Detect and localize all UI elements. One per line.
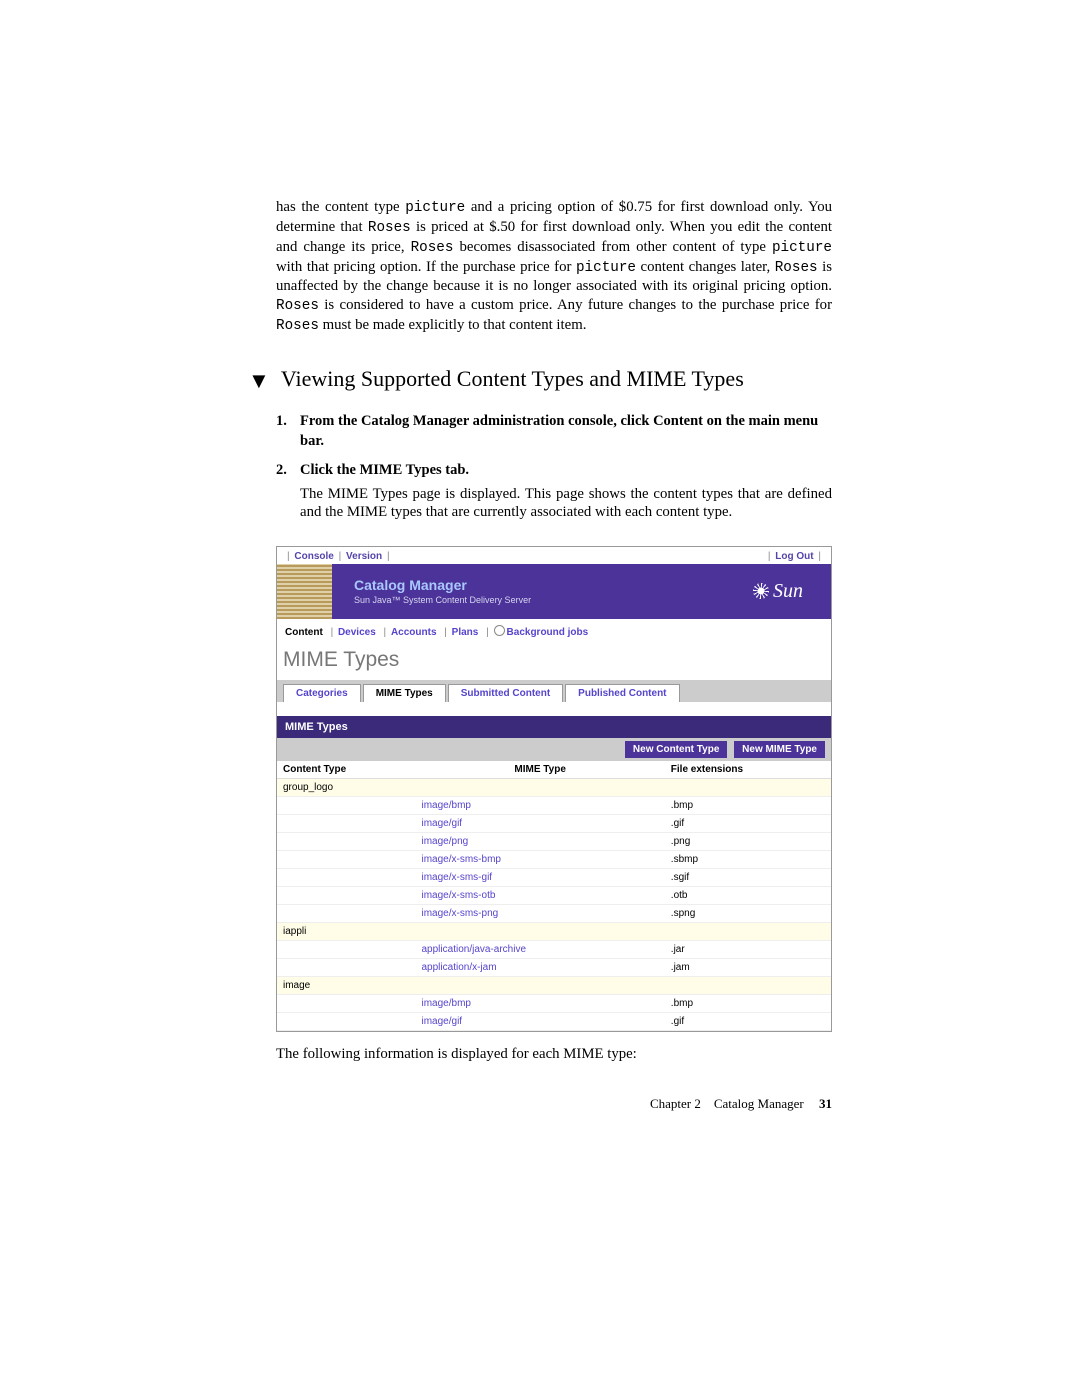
extension-cell: .spng [665,904,831,922]
intro-paragraph: has the content type picture and a prici… [276,198,832,336]
table-group-row: group_logo [277,778,831,796]
section-heading-text: Viewing Supported Content Types and MIME… [281,366,744,391]
footer-title: Catalog Manager [714,1096,804,1111]
mime-link[interactable]: image/x-sms-bmp [422,854,501,865]
tab-categories[interactable]: Categories [283,684,361,702]
extension-cell: .png [665,832,831,850]
extension-cell: .otb [665,886,831,904]
table-row: image/x-sms-bmp .sbmp [277,850,831,868]
footer-chapter: Chapter 2 [650,1096,701,1111]
extension-cell: .sgif [665,868,831,886]
steps-list: 1.From the Catalog Manager administratio… [276,412,832,522]
nav-devices[interactable]: Devices [338,627,376,638]
tab-published[interactable]: Published Content [565,684,679,702]
step-description: The MIME Types page is displayed. This p… [300,485,832,522]
logo-image [277,564,332,619]
extension-cell: .jam [665,958,831,976]
sun-icon [753,583,769,599]
trailing-paragraph: The following information is displayed f… [276,1046,832,1063]
sun-logo: Sun [753,580,803,603]
page-footer: Chapter 2 Catalog Manager 31 [0,1096,1080,1112]
step: 1.From the Catalog Manager administratio… [276,412,832,451]
mime-link[interactable]: application/x-jam [422,962,497,973]
extension-cell: .gif [665,814,831,832]
link-console[interactable]: Console [294,551,333,562]
step: 2.Click the MIME Types tab. The MIME Type… [276,461,832,522]
table-row: image/bmp .bmp [277,796,831,814]
nav-content[interactable]: Content [285,627,323,638]
mime-link[interactable]: image/bmp [422,998,471,1009]
mime-link[interactable]: image/gif [422,818,463,829]
mime-types-table: Content Type MIME Type File extensions g… [277,761,831,1031]
down-triangle-icon: ▼ [248,368,270,394]
table-row: image/x-sms-png .spng [277,904,831,922]
tab-mime-types[interactable]: MIME Types [363,684,446,702]
extension-cell: .gif [665,1012,831,1030]
new-mime-type-button[interactable]: New MIME Type [734,741,825,758]
step-text: From the Catalog Manager administration … [300,412,832,451]
mime-link[interactable]: image/bmp [422,800,471,811]
group-cell: iappli [277,922,831,940]
nav-bgjobs[interactable]: Background jobs [507,627,589,638]
mime-link[interactable]: application/java-archive [422,944,527,955]
tabs-row: Categories MIME Types Submitted Content … [277,680,831,702]
extension-cell: .bmp [665,994,831,1012]
main-nav: Content | Devices | Accounts | Plans | B… [277,619,831,642]
new-content-type-button[interactable]: New Content Type [625,741,727,758]
catalog-manager-screenshot: | Console | Version | | Log Out | Catalo… [276,546,832,1032]
bg-jobs-icon [494,625,505,636]
tab-submitted[interactable]: Submitted Content [448,684,563,702]
extension-cell: .sbmp [665,850,831,868]
link-version[interactable]: Version [346,551,382,562]
table-row: image/bmp .bmp [277,994,831,1012]
table-row: application/java-archive .jar [277,940,831,958]
col-file-ext: File extensions [665,761,831,779]
table-row: image/x-sms-gif .sgif [277,868,831,886]
table-row: application/x-jam .jam [277,958,831,976]
group-cell: group_logo [277,778,831,796]
topbar: | Console | Version | | Log Out | [277,547,831,564]
brand-title: Catalog Manager [354,577,531,593]
mime-link[interactable]: image/png [422,836,469,847]
extension-cell: .bmp [665,796,831,814]
col-content-type: Content Type [277,761,416,779]
link-logout[interactable]: Log Out [775,551,813,562]
table-row: image/png .png [277,832,831,850]
page-title: MIME Types [277,642,831,680]
mime-link[interactable]: image/gif [422,1016,463,1027]
nav-accounts[interactable]: Accounts [391,627,437,638]
mime-link[interactable]: image/x-sms-gif [422,872,493,883]
sun-text: Sun [773,580,803,603]
section-heading: ▼ Viewing Supported Content Types and MI… [276,366,832,394]
mime-link[interactable]: image/x-sms-otb [422,890,496,901]
step-number: 1. [276,412,300,451]
footer-page-number: 31 [819,1096,832,1111]
panel-header: MIME Types [277,716,831,738]
step-number: 2. [276,461,300,522]
nav-plans[interactable]: Plans [452,627,479,638]
group-cell: image [277,976,831,994]
table-row: image/x-sms-otb .otb [277,886,831,904]
table-row: image/gif .gif [277,1012,831,1030]
col-mime-type: MIME Type [416,761,665,779]
table-row: image/gif .gif [277,814,831,832]
table-group-row: image [277,976,831,994]
header-bar: Catalog Manager Sun Java™ System Content… [277,564,831,619]
brand-subtitle: Sun Java™ System Content Delivery Server [354,595,531,605]
mime-link[interactable]: image/x-sms-png [422,908,499,919]
step-text: Click the MIME Types tab. [300,461,832,481]
action-bar: New Content Type New MIME Type [277,738,831,761]
table-group-row: iappli [277,922,831,940]
extension-cell: .jar [665,940,831,958]
